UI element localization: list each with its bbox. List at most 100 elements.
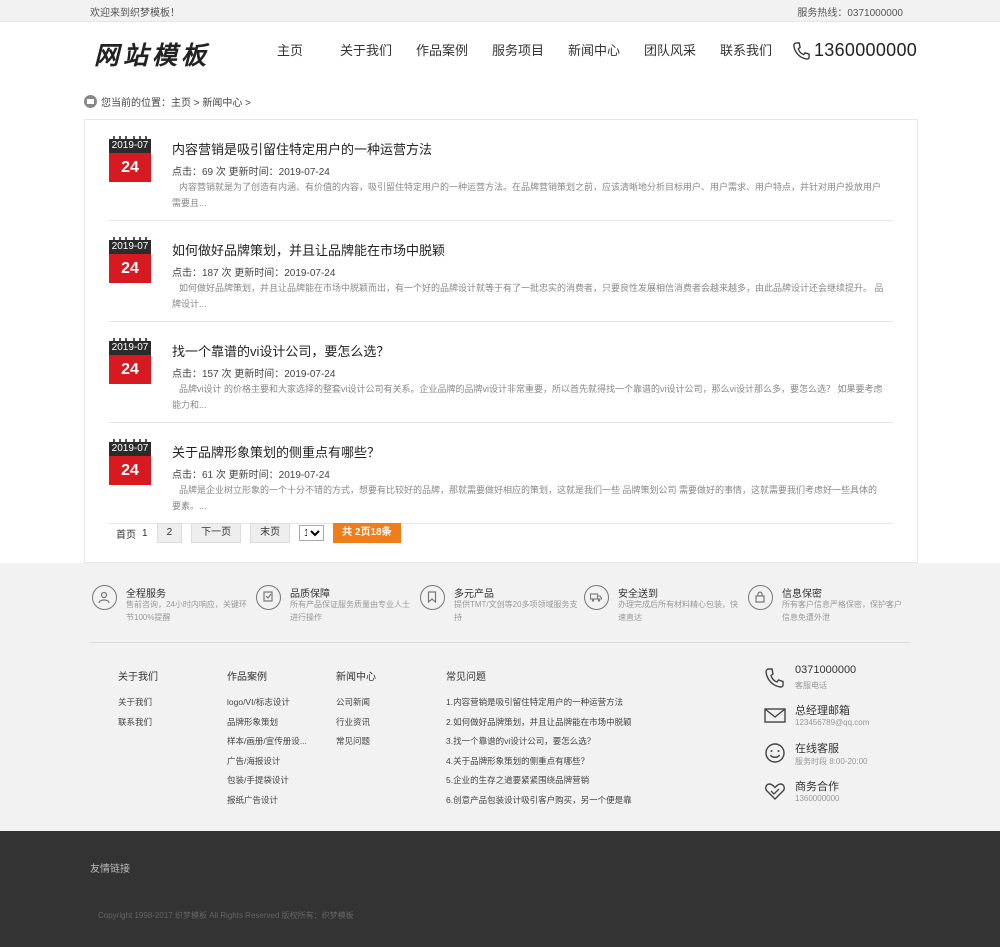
article-meta: 点击：157 次 更新时间：2019-07-24 — [172, 369, 336, 380]
footer-link[interactable]: 6.创意产品包装设计吸引客户购买，另一个便是靠 — [446, 794, 632, 814]
contact-email: 总经理邮箱 123456789@qq.com — [764, 702, 914, 732]
pager-first[interactable]: 首页 — [116, 526, 136, 541]
service-desc: 提供TMT/文创等20多项领域服务支持 — [454, 600, 578, 622]
contact-online-service: 在线客服 服务时段 8:00-20:00 — [764, 740, 914, 770]
contact-business: 商务合作 1360000000 — [764, 778, 914, 808]
site-logo[interactable]: 网站模板 — [94, 36, 210, 72]
footer-link[interactable]: 3.找一个靠谱的vi设计公司，要怎么选？ — [446, 735, 632, 755]
article-summary: 内容营销就是为了创造有内涵、有价值的内容，吸引留住特定用户的一种运营方法。在品牌… — [172, 182, 882, 208]
contact-title: 0371000000 — [795, 664, 857, 676]
service-desc: 所有客户信息严格保密，保护客户信息免遭外泄 — [782, 600, 902, 622]
friendly-links-label: 友情链接 — [90, 864, 130, 875]
article-meta: 点击：61 次 更新时间：2019-07-24 — [172, 470, 330, 481]
welcome-text: 欢迎来到织梦模板！ — [90, 8, 180, 19]
article-meta: 点击：187 次 更新时间：2019-07-24 — [172, 268, 336, 279]
pager-page-2[interactable]: 2 — [156, 523, 183, 543]
footer-link[interactable]: 品牌形象策划 — [227, 716, 307, 736]
services-band: 全程服务 售前咨询，24小时内响应，关键环节100%提醒 品质保障 所有产品保证… — [0, 563, 1000, 831]
article-meta: 点击：69 次 更新时间：2019-07-24 — [172, 167, 330, 178]
delivery-truck-icon — [584, 585, 609, 610]
footer-column-cases: 作品案例 logo/VI/标志设计 品牌形象策划 样本/画册/宣传册设... 广… — [227, 668, 307, 813]
divider — [90, 642, 910, 643]
date-month: 2019-07 — [109, 341, 151, 355]
footer-link[interactable]: 广告/海报设计 — [227, 755, 307, 775]
nav-item-cases[interactable]: 作品案例 — [404, 42, 480, 62]
phone-number: 1360000000 — [814, 40, 918, 60]
service-desc: 所有产品保证服务质量由专业人士进行操作 — [290, 600, 410, 622]
list-item[interactable]: 2019-07 24 找一个靠谱的vi设计公司，要怎么选？ 点击：157 次 更… — [109, 322, 893, 423]
footer-link[interactable]: 关于我们 — [118, 696, 158, 716]
pager-current-page: 1 — [142, 527, 148, 539]
contact-desc: 服务时段 8:00-20:00 — [795, 757, 868, 766]
list-item[interactable]: 2019-07 24 内容营销是吸引留住特定用户的一种运营方法 点击：69 次 … — [109, 120, 893, 221]
article-summary: 如何做好品牌策划，并且让品牌能在市场中脱颖而出，有一个好的品牌设计就等于有了一批… — [172, 283, 884, 309]
date-month: 2019-07 — [109, 442, 151, 456]
footer-link[interactable]: 常见问题 — [336, 735, 376, 755]
nav-item-contact[interactable]: 联系我们 — [708, 42, 784, 62]
quality-badge-icon — [256, 585, 281, 610]
footer-link[interactable]: 公司新闻 — [336, 696, 376, 716]
top-bar: 欢迎来到织梦模板！ 服务热线：0371000000 — [0, 0, 1000, 22]
contact-desc: 1360000000 — [795, 794, 840, 803]
handshake-icon — [765, 783, 785, 800]
breadcrumb-text[interactable]: 您当前的位置：主页 > 新闻中心 > — [101, 94, 251, 109]
contact-phone: 0371000000 客服电话 — [764, 664, 914, 694]
pager-page-select[interactable]: 1 — [299, 525, 325, 541]
main-nav: 主页 关于我们 作品案例 服务项目 新闻中心 团队风采 联系我们 — [252, 42, 784, 62]
pager-total: 共 2页18条 — [333, 523, 401, 543]
pager-next-button[interactable]: 下一页 — [191, 523, 242, 543]
footer-column-heading: 作品案例 — [227, 672, 267, 683]
date-calendar-icon: 2019-07 24 — [109, 136, 151, 182]
article-title[interactable]: 关于品牌形象策划的侧重点有哪些？ — [172, 442, 380, 461]
footer-link[interactable]: 联系我们 — [118, 716, 158, 736]
article-title[interactable]: 内容营销是吸引留住特定用户的一种运营方法 — [172, 139, 432, 158]
nav-item-home[interactable]: 主页 — [252, 42, 328, 62]
footer-column-news: 新闻中心 公司新闻 行业资讯 常见问题 — [336, 668, 376, 755]
news-list: 2019-07 24 内容营销是吸引留住特定用户的一种运营方法 点击：69 次 … — [84, 119, 918, 563]
breadcrumb: 您当前的位置：主页 > 新闻中心 > — [84, 94, 251, 109]
footer-link[interactable]: 2.如何做好品牌策划，并且让品牌能在市场中脱颖 — [446, 716, 632, 736]
phone-icon — [793, 41, 810, 60]
article-summary: 品牌vi设计 的价格主要和大家选择的整套vi设计公司有关系。企业品牌的品牌vi设… — [172, 384, 883, 410]
article-title[interactable]: 如何做好品牌策划，并且让品牌能在市场中脱颖 — [172, 240, 445, 259]
bookmark-icon — [420, 585, 445, 610]
contact-desc: 123456789@qq.com — [795, 718, 870, 727]
home-icon — [84, 95, 97, 108]
footer-link[interactable]: 包装/手提袋设计 — [227, 774, 307, 794]
smile-icon — [765, 743, 785, 763]
service-desc: 办理完成后所有材料精心包装，快速直达 — [618, 600, 738, 622]
hotline-text: 服务热线：0371000000 — [797, 8, 903, 19]
article-title[interactable]: 找一个靠谱的vi设计公司，要怎么选？ — [172, 341, 389, 360]
copyright-text: Copyright 1998-2017 织梦模板 All Rights Rese… — [98, 911, 354, 920]
footer-link[interactable]: 1.内容营销是吸引留住特定用户的一种运营方法 — [446, 696, 632, 716]
nav-item-about[interactable]: 关于我们 — [328, 42, 404, 62]
nav-item-news[interactable]: 新闻中心 — [556, 42, 632, 62]
contact-title: 商务合作 — [795, 781, 839, 793]
nav-item-services[interactable]: 服务项目 — [480, 42, 556, 62]
nav-item-team[interactable]: 团队风采 — [632, 42, 708, 62]
header-phone: 1360000000 — [792, 40, 917, 61]
lock-icon — [748, 585, 773, 610]
list-item[interactable]: 2019-07 24 关于品牌形象策划的侧重点有哪些？ 点击：61 次 更新时间… — [109, 423, 893, 524]
user-icon — [92, 585, 117, 610]
footer-link[interactable]: logo/VI/标志设计 — [227, 696, 307, 716]
footer-link[interactable]: 行业资讯 — [336, 716, 376, 736]
date-day: 24 — [109, 153, 151, 182]
footer-link[interactable]: 报纸广告设计 — [227, 794, 307, 814]
date-month: 2019-07 — [109, 240, 151, 254]
list-item[interactable]: 2019-07 24 如何做好品牌策划，并且让品牌能在市场中脱颖 点击：187 … — [109, 221, 893, 322]
site-footer: 友情链接 Copyright 1998-2017 织梦模板 All Rights… — [0, 831, 1000, 947]
footer-link[interactable]: 5.企业的生存之道要紧紧围绕品牌营销 — [446, 774, 632, 794]
phone-icon — [765, 668, 784, 688]
service-desc: 售前咨询，24小时内响应，关键环节100%提醒 — [126, 600, 247, 622]
mail-icon — [764, 708, 786, 723]
footer-link[interactable]: 样本/画册/宣传册设... — [227, 735, 307, 755]
contact-desc: 客服电话 — [795, 681, 827, 690]
date-day: 24 — [109, 456, 151, 485]
article-summary: 品牌是企业树立形象的一个十分不错的方式，想要有比较好的品牌，那就需要做好相应的策… — [172, 485, 878, 511]
date-calendar-icon: 2019-07 24 — [109, 338, 151, 384]
date-day: 24 — [109, 355, 151, 384]
footer-column-heading: 常见问题 — [446, 672, 486, 683]
footer-link[interactable]: 4.关于品牌形象策划的侧重点有哪些？ — [446, 755, 632, 775]
pager-last-button[interactable]: 末页 — [250, 523, 291, 543]
